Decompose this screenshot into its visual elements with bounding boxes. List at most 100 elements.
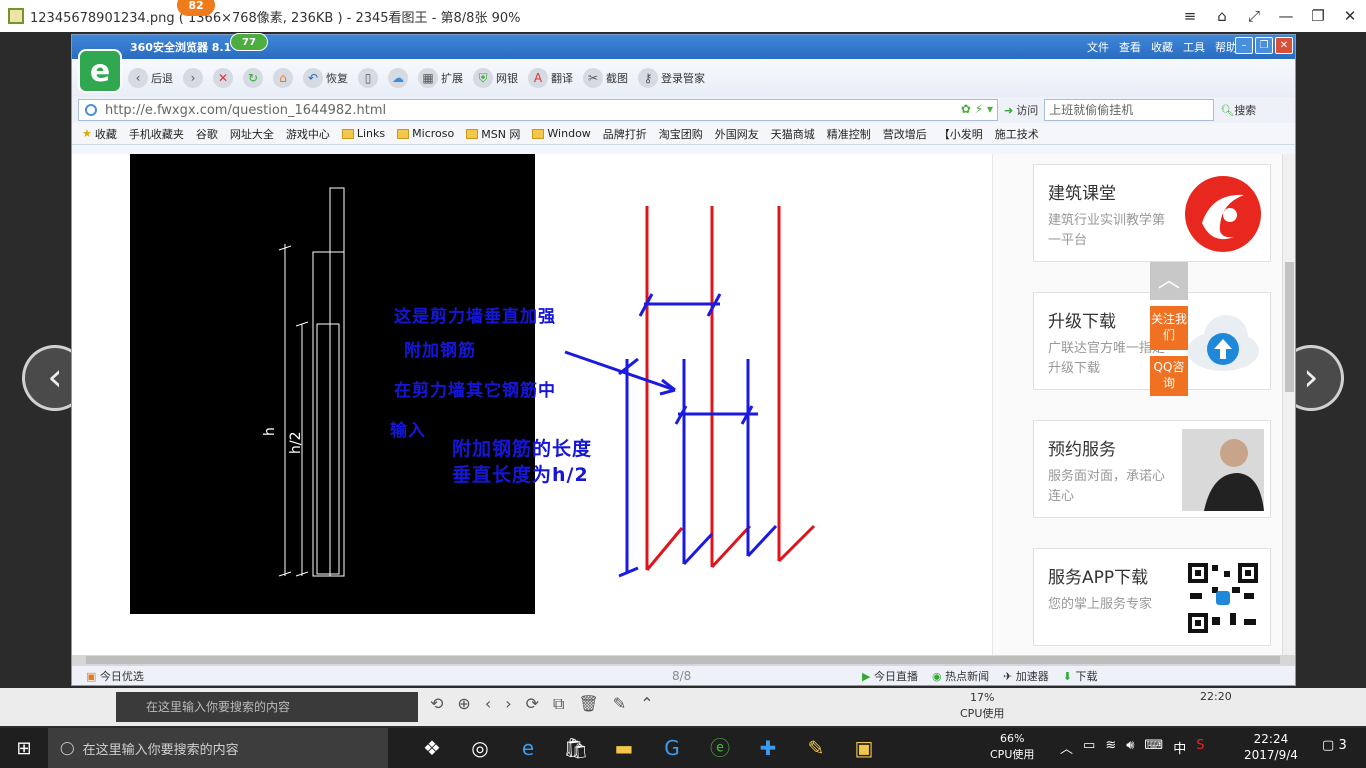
- bookmark-item[interactable]: Microso: [397, 127, 454, 140]
- bookmark-item[interactable]: ★ 收藏: [82, 126, 117, 142]
- notification-center[interactable]: ▢ 3: [1322, 738, 1347, 753]
- rotate-right-icon[interactable]: ⟳: [526, 694, 539, 714]
- menu-help[interactable]: 帮助: [1215, 39, 1237, 55]
- screenshot-button[interactable]: ✂ 截图: [583, 68, 628, 88]
- bookmark-label: 精准控制: [826, 127, 871, 141]
- taskbar-search-input[interactable]: ◯ 在这里输入你要搜索的内容: [48, 728, 388, 768]
- bookmark-item[interactable]: 施工技术: [995, 126, 1039, 142]
- more-icon[interactable]: ⌃: [640, 694, 653, 714]
- maximize-button[interactable]: ❐: [1302, 7, 1334, 25]
- task-view-icon[interactable]: ❖: [418, 734, 446, 762]
- delete-icon[interactable]: 🗑︎: [578, 694, 598, 714]
- bookmark-item[interactable]: Window: [532, 127, 591, 140]
- bookmark-item[interactable]: 精准控制: [827, 126, 871, 142]
- browser-maximize-button[interactable]: ❐: [1255, 37, 1273, 54]
- follow-us-button[interactable]: 关注我们: [1150, 306, 1188, 350]
- menu-view[interactable]: 查看: [1119, 39, 1141, 55]
- bookmark-item[interactable]: 手机收藏夹: [129, 126, 184, 142]
- bookmark-item[interactable]: MSN 网: [466, 126, 520, 142]
- today-picks-link[interactable]: ▣ 今日优选: [86, 668, 144, 684]
- bookmark-item[interactable]: 谷歌: [196, 126, 218, 142]
- menu-tools[interactable]: 工具: [1183, 39, 1205, 55]
- translate-button[interactable]: A 翻译: [528, 68, 573, 88]
- news-label: 热点新闻: [945, 669, 990, 683]
- windows-start-button[interactable]: ⊞: [0, 728, 48, 768]
- sogou-icon[interactable]: S: [1196, 738, 1204, 757]
- scrollbar-thumb[interactable]: [86, 656, 1280, 664]
- sidebar-card-appointment[interactable]: 预约服务 服务面对面，承诺心连心: [1033, 420, 1271, 518]
- back-to-top-button[interactable]: ︿: [1150, 262, 1188, 300]
- rotate-left-icon[interactable]: ⟲: [430, 694, 443, 714]
- bookmark-item[interactable]: 外国网友: [715, 126, 759, 142]
- bookmark-item[interactable]: 网址大全: [230, 126, 274, 142]
- app-swirl-icon[interactable]: ◎: [466, 734, 494, 762]
- visit-button[interactable]: ➜ 访问: [1004, 102, 1038, 118]
- keyboard-icon[interactable]: ⌨: [1144, 738, 1163, 757]
- download-link[interactable]: ⬇ 下载: [1063, 668, 1098, 684]
- restore-button[interactable]: ↶ 恢复: [303, 68, 348, 88]
- bank-button[interactable]: ⛨ 网银: [473, 68, 518, 88]
- bookmark-item[interactable]: 品牌打折: [603, 126, 647, 142]
- forward-button[interactable]: ›: [183, 68, 203, 88]
- zoom-in-icon[interactable]: ⊕: [457, 694, 470, 714]
- file-explorer-icon[interactable]: ▬: [610, 734, 638, 762]
- sidebar-card-app[interactable]: 服务APP下载 您的掌上服务专家: [1033, 548, 1271, 646]
- crop-icon[interactable]: ⧉: [553, 694, 564, 714]
- extend-button[interactable]: ▦ 扩展: [418, 68, 463, 88]
- bookmark-item[interactable]: 营改增后: [883, 126, 927, 142]
- address-input[interactable]: http://e.fwxgx.com/question_1644982.html…: [78, 99, 998, 121]
- browser-close-button[interactable]: ✕: [1275, 37, 1293, 54]
- browser-360-icon[interactable]: ⓔ: [706, 734, 734, 762]
- close-button[interactable]: ✕: [1334, 7, 1366, 25]
- card-title: 建筑课堂: [1048, 184, 1116, 204]
- bookmark-item[interactable]: Links: [341, 127, 385, 140]
- skin-icon[interactable]: ⌂: [1206, 7, 1238, 25]
- volume-icon[interactable]: 🔊︎: [1126, 738, 1134, 757]
- home-button[interactable]: ⌂: [273, 68, 293, 88]
- cloud-icon: ☁: [388, 68, 408, 88]
- browser-minimize-button[interactable]: –: [1235, 37, 1253, 54]
- viewer-badge: 82: [177, 0, 215, 16]
- menu-icon[interactable]: ≡: [1174, 7, 1206, 25]
- bookmark-item[interactable]: 淘宝团购: [659, 126, 703, 142]
- minimize-button[interactable]: —: [1270, 7, 1302, 25]
- next-icon[interactable]: ›: [505, 694, 511, 714]
- notes-icon[interactable]: ✎: [802, 734, 830, 762]
- battery-icon[interactable]: ▭: [1083, 738, 1095, 757]
- menu-file[interactable]: 文件: [1087, 39, 1109, 55]
- scrollbar-thumb[interactable]: [1285, 262, 1294, 392]
- store-icon[interactable]: 🛍︎: [562, 734, 590, 762]
- taskbar-clock[interactable]: 22:24 2017/9/4: [1244, 731, 1298, 763]
- edge-icon[interactable]: e: [514, 734, 542, 762]
- tray-expand-icon[interactable]: ︿: [1060, 738, 1073, 757]
- cloud-button[interactable]: ☁: [388, 68, 408, 88]
- menu-favorites[interactable]: 收藏: [1151, 39, 1173, 55]
- vertical-scrollbar[interactable]: [1282, 154, 1295, 655]
- bookmark-item[interactable]: 游戏中心: [286, 126, 330, 142]
- stop-button[interactable]: ✕: [213, 68, 233, 88]
- image-viewer-icon[interactable]: ▣: [850, 734, 878, 762]
- refresh-button[interactable]: ↻: [243, 68, 263, 88]
- ime-indicator[interactable]: 中: [1173, 738, 1186, 757]
- sidebar-card-classroom[interactable]: 建筑课堂 建筑行业实训教学第一平台: [1033, 164, 1271, 262]
- bookmark-item[interactable]: 【小发明: [939, 126, 983, 142]
- bookmark-item[interactable]: 天猫商城: [771, 126, 815, 142]
- wifi-icon[interactable]: ≋: [1105, 738, 1116, 757]
- lightning-icon[interactable]: ✿ ⚡ ▾: [961, 102, 993, 116]
- search-button[interactable]: 🔍︎搜索: [1220, 102, 1256, 118]
- phone-button[interactable]: ▯: [358, 68, 378, 88]
- app-g-icon[interactable]: G: [658, 734, 686, 762]
- accelerate-link[interactable]: ✈ 加速器: [1003, 668, 1049, 684]
- search-input[interactable]: 上班就偷偷挂机: [1044, 99, 1215, 121]
- live-link[interactable]: ▶ 今日直播: [862, 668, 918, 684]
- back-button[interactable]: ‹ 后退: [128, 68, 173, 88]
- login-manager-button[interactable]: ⚷ 登录管家: [638, 68, 705, 88]
- horizontal-scrollbar[interactable]: [72, 655, 1295, 665]
- edit-icon[interactable]: ✎: [613, 694, 626, 714]
- news-link[interactable]: ◉ 热点新闻: [932, 668, 989, 684]
- card-title: 升级下载: [1048, 312, 1116, 332]
- fullscreen-icon[interactable]: ⤢: [1238, 7, 1270, 25]
- prev-icon[interactable]: ‹: [485, 694, 491, 714]
- app-plus-icon[interactable]: ✚: [754, 734, 782, 762]
- qq-consult-button[interactable]: QQ咨询: [1150, 356, 1188, 396]
